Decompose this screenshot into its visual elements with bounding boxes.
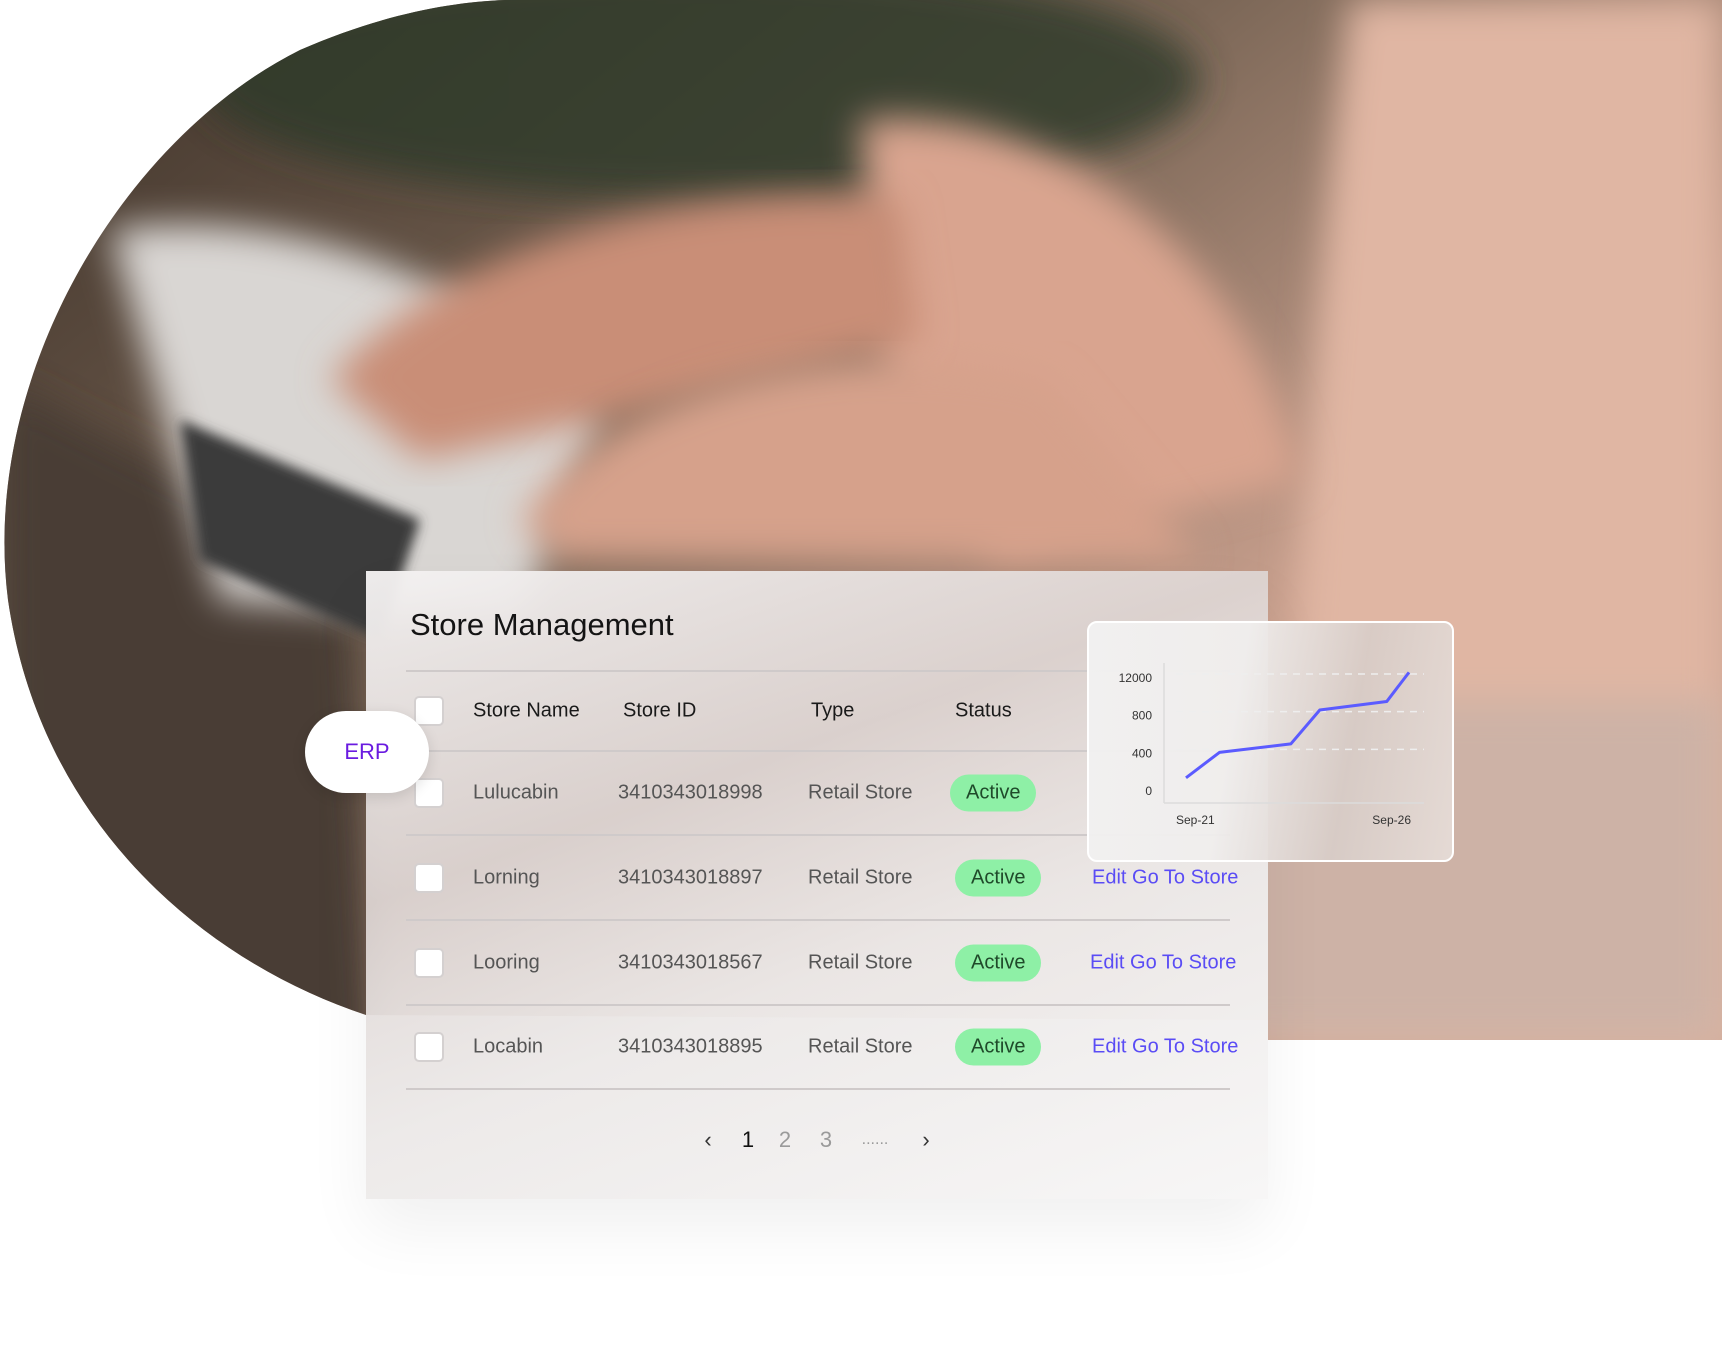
x-tick-label: Sep-26	[1372, 813, 1411, 827]
edit-go-to-store-link[interactable]: Edit Go To Store	[1092, 867, 1238, 890]
edit-go-to-store-link[interactable]: Edit Go To Store	[1092, 1036, 1238, 1059]
y-tick-label: 400	[1132, 746, 1152, 760]
x-tick-label: Sep-21	[1176, 813, 1215, 827]
line-chart: 0 400 800 12000 Sep-21 Sep-26	[1119, 663, 1424, 827]
erp-badge: ERP	[305, 711, 429, 793]
column-header-status[interactable]: Status	[955, 700, 1012, 723]
y-tick-label: 800	[1132, 709, 1152, 723]
row-checkbox[interactable]	[414, 863, 444, 893]
store-id: 3410343018895	[618, 1035, 763, 1058]
y-tick-label: 0	[1145, 784, 1152, 798]
erp-badge-label: ERP	[344, 739, 390, 764]
store-id: 3410343018567	[618, 951, 763, 974]
divider	[406, 1004, 1230, 1006]
page-3-button[interactable]: 3	[820, 1127, 832, 1153]
column-header-store-id[interactable]: Store ID	[623, 700, 696, 723]
store-name: Looring	[473, 951, 540, 974]
status-badge: Active	[955, 944, 1042, 982]
divider	[406, 919, 1230, 921]
store-type: Retail Store	[808, 781, 913, 804]
column-header-type[interactable]: Type	[811, 700, 854, 723]
page-2-button[interactable]: 2	[779, 1127, 791, 1153]
prev-page-button[interactable]: ‹	[704, 1127, 711, 1153]
chart-card: 0 400 800 12000 Sep-21 Sep-26	[1087, 621, 1454, 862]
store-type: Retail Store	[808, 951, 913, 974]
page-1-button[interactable]: 1	[742, 1127, 754, 1153]
status-badge: Active	[955, 1028, 1042, 1066]
edit-go-to-store-link[interactable]: Edit Go To Store	[1090, 952, 1236, 975]
store-name: Lorning	[473, 866, 540, 889]
page-title: Store Management	[410, 607, 674, 642]
series-line	[1185, 671, 1411, 780]
row-checkbox[interactable]	[414, 1032, 444, 1062]
divider	[406, 1088, 1230, 1090]
store-id: 3410343018998	[618, 781, 763, 804]
store-name: Lulucabin	[473, 781, 559, 804]
next-page-button[interactable]: ›	[922, 1127, 929, 1153]
column-header-store-name[interactable]: Store Name	[473, 700, 580, 723]
status-badge: Active	[955, 859, 1042, 897]
store-id: 3410343018897	[618, 866, 763, 889]
row-checkbox[interactable]	[414, 778, 444, 808]
row-checkbox[interactable]	[414, 948, 444, 978]
pagination-ellipsis: ......	[861, 1131, 889, 1148]
select-all-checkbox[interactable]	[414, 696, 444, 726]
status-badge: Active	[950, 774, 1037, 812]
store-name: Locabin	[473, 1035, 544, 1058]
store-type: Retail Store	[808, 866, 913, 889]
store-type: Retail Store	[808, 1035, 913, 1058]
y-tick-label: 12000	[1119, 671, 1153, 685]
